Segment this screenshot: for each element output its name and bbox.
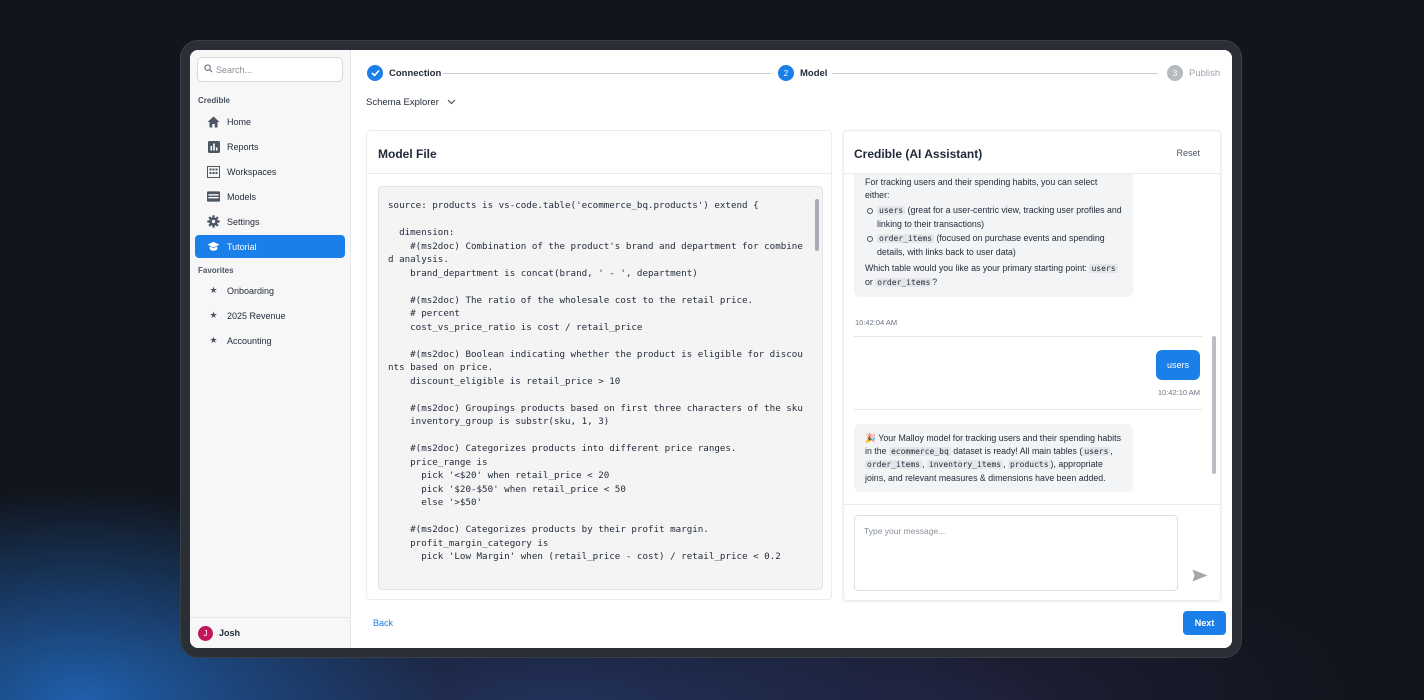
sidebar-item-label: Models bbox=[227, 191, 257, 202]
chevron-down-icon bbox=[447, 97, 456, 108]
sidebar-item-workspaces[interactable]: Workspaces bbox=[195, 160, 345, 183]
divider bbox=[854, 409, 1202, 410]
message-text: For tracking users and their spending ha… bbox=[865, 177, 1098, 200]
app-window: Search... Credible Home Reports Workspac… bbox=[190, 50, 1232, 648]
sidebar: Search... Credible Home Reports Workspac… bbox=[190, 50, 351, 648]
favorite-item-onboarding[interactable]: ★ Onboarding bbox=[195, 279, 345, 302]
sidebar-item-label: Home bbox=[227, 116, 252, 127]
model-file-panel: Model File source: products is vs-code.t… bbox=[366, 130, 832, 600]
sidebar-item-reports[interactable]: Reports bbox=[195, 135, 345, 158]
star-icon: ★ bbox=[209, 285, 218, 295]
avatar: J bbox=[198, 625, 213, 641]
list-item: users (great for a user-centric view, tr… bbox=[865, 204, 1122, 230]
sidebar-item-tutorial[interactable]: Tutorial bbox=[195, 235, 345, 258]
step-connector bbox=[443, 73, 771, 74]
search-placeholder: Search... bbox=[216, 64, 253, 75]
search-icon bbox=[204, 64, 213, 75]
divider bbox=[367, 173, 831, 174]
step-label: Model bbox=[800, 67, 828, 79]
sidebar-item-models[interactable]: Models bbox=[195, 185, 345, 208]
table-icon bbox=[207, 190, 220, 203]
favorite-item-label: Onboarding bbox=[227, 285, 275, 296]
question: Which table would you like as your prima… bbox=[865, 263, 1087, 273]
message-composer: Type your message... bbox=[844, 504, 1220, 600]
inline-code: order_items bbox=[865, 460, 922, 469]
user-message: users bbox=[1155, 350, 1200, 380]
user-name: Josh bbox=[219, 628, 241, 638]
chat-history[interactable]: For tracking users and their spending ha… bbox=[844, 174, 1220, 504]
step-publish[interactable]: 3 Publish bbox=[1167, 65, 1220, 81]
home-icon bbox=[207, 115, 220, 128]
option-list: users (great for a user-centric view, tr… bbox=[865, 204, 1122, 258]
step-number: 3 bbox=[1167, 65, 1183, 81]
list-item: order_items (focused on purchase events … bbox=[865, 232, 1122, 258]
inline-code: users bbox=[1089, 264, 1118, 273]
back-button[interactable]: Back bbox=[373, 618, 393, 628]
schema-explorer-label: Schema Explorer bbox=[366, 97, 439, 108]
code-content: source: products is vs-code.table('ecomm… bbox=[388, 200, 803, 562]
inline-code: order_items bbox=[877, 234, 934, 243]
assistant-title: Credible (AI Assistant) bbox=[854, 147, 983, 161]
message-text: dataset is ready! All main tables ( bbox=[953, 445, 1083, 456]
step-number: 2 bbox=[778, 65, 794, 81]
step-label: Publish bbox=[1189, 67, 1221, 79]
step-label: Connection bbox=[389, 67, 442, 79]
inline-code: products bbox=[1008, 460, 1051, 469]
building-icon bbox=[207, 165, 220, 178]
favorite-item-label: 2025 Revenue bbox=[227, 310, 286, 321]
favorite-item-label: Accounting bbox=[227, 335, 272, 346]
or-text: or bbox=[865, 276, 873, 287]
party-emoji: 🎉 bbox=[865, 433, 876, 443]
sidebar-item-label: Settings bbox=[227, 216, 260, 227]
main-content: Connection 2 Model 3 Publish Schema Expl… bbox=[351, 50, 1232, 648]
sidebar-item-label: Workspaces bbox=[227, 166, 277, 177]
inline-code: order_items bbox=[875, 277, 933, 287]
favorites-title: Favorites bbox=[198, 266, 234, 275]
inline-code: inventory_items bbox=[926, 460, 1004, 469]
inline-code: users bbox=[877, 206, 906, 215]
message-input[interactable]: Type your message... bbox=[854, 515, 1178, 591]
inline-code: users bbox=[1082, 446, 1111, 456]
graduation-cap-icon bbox=[207, 240, 220, 253]
sidebar-item-settings[interactable]: Settings bbox=[195, 210, 345, 233]
check-icon bbox=[367, 65, 383, 81]
step-connection[interactable]: Connection bbox=[367, 65, 441, 81]
option-text: (great for a user-centric view, tracking… bbox=[877, 205, 1122, 229]
schema-explorer-toggle[interactable]: Schema Explorer bbox=[366, 97, 456, 108]
user-profile[interactable]: J Josh bbox=[190, 617, 351, 648]
step-connector bbox=[832, 73, 1158, 74]
divider bbox=[854, 336, 1202, 337]
assistant-message: For tracking users and their spending ha… bbox=[854, 174, 1133, 297]
scrollbar[interactable] bbox=[815, 199, 819, 251]
step-model[interactable]: 2 Model bbox=[778, 65, 827, 81]
bar-chart-icon bbox=[207, 140, 220, 153]
code-editor[interactable]: source: products is vs-code.table('ecomm… bbox=[378, 186, 823, 590]
ai-assistant-panel: Credible (AI Assistant) Reset For tracki… bbox=[843, 130, 1221, 601]
model-file-title: Model File bbox=[378, 147, 437, 161]
sidebar-item-label: Tutorial bbox=[227, 241, 257, 252]
assistant-message: 🎉 Your Malloy model for tracking users a… bbox=[854, 424, 1133, 492]
sidebar-item-home[interactable]: Home bbox=[195, 110, 345, 133]
scrollbar[interactable] bbox=[1212, 336, 1216, 474]
sidebar-section-title: Credible bbox=[198, 96, 231, 105]
favorite-item-2025-revenue[interactable]: ★ 2025 Revenue bbox=[195, 304, 345, 327]
send-icon[interactable] bbox=[1192, 569, 1208, 587]
inline-code: ecommerce_bq bbox=[888, 446, 951, 456]
question-end: ? bbox=[932, 276, 938, 287]
reset-button[interactable]: Reset bbox=[1176, 148, 1200, 158]
gear-icon bbox=[207, 215, 220, 228]
search-input[interactable]: Search... bbox=[197, 57, 343, 82]
message-timestamp: 10:42:10 AM bbox=[1157, 388, 1200, 397]
star-icon: ★ bbox=[209, 335, 218, 345]
question-text: Which table would you like as your prima… bbox=[865, 262, 1122, 289]
star-icon: ★ bbox=[209, 310, 218, 320]
favorite-item-accounting[interactable]: ★ Accounting bbox=[195, 329, 345, 352]
message-timestamp: 10:42:04 AM bbox=[855, 318, 898, 327]
next-button[interactable]: Next bbox=[1183, 611, 1226, 635]
sidebar-item-label: Reports bbox=[227, 141, 259, 152]
